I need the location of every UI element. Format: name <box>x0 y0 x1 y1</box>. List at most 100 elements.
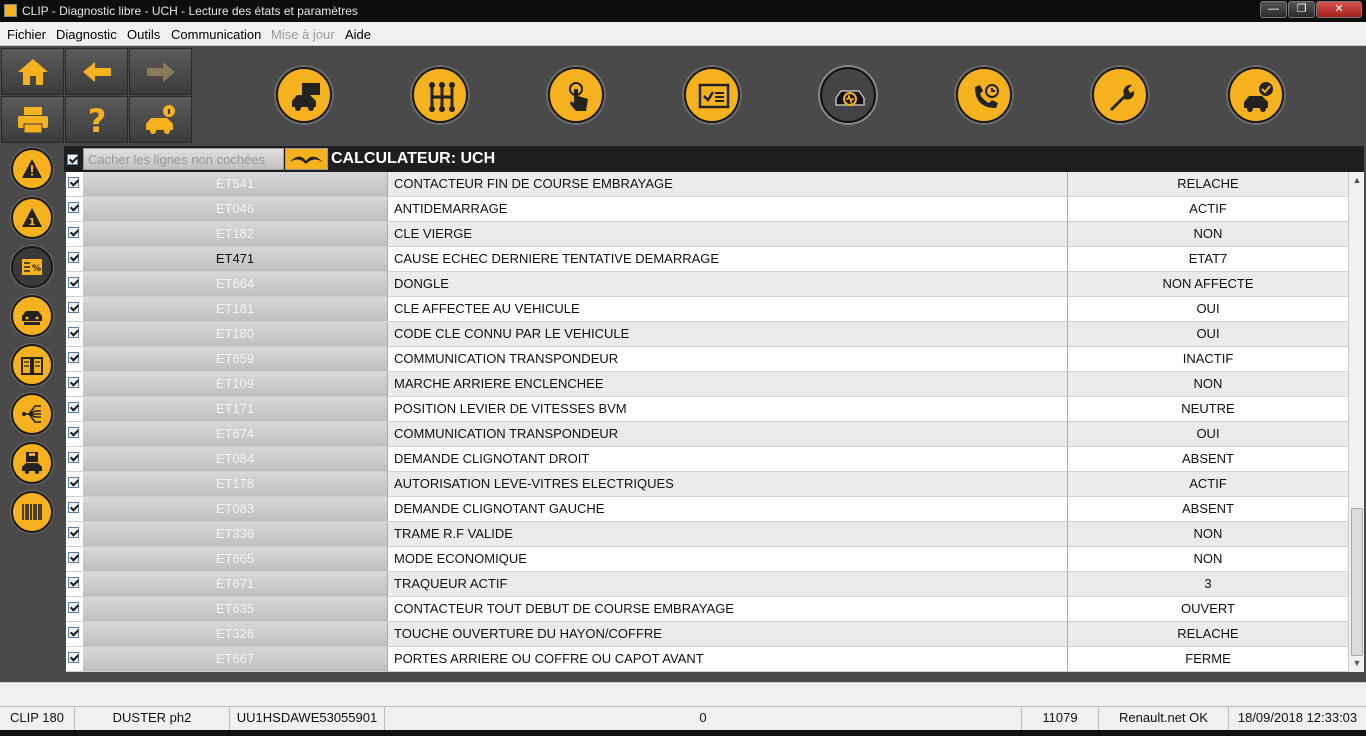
sidebar-fault-warning[interactable] <box>11 148 53 190</box>
scroll-down-arrow-icon[interactable]: ▼ <box>1352 658 1362 668</box>
hide-unchecked-checkbox[interactable] <box>67 154 78 165</box>
status-vin: UU1HSDAWE53055901 <box>230 707 385 731</box>
row-checkbox[interactable] <box>68 377 79 388</box>
row-value: FERME <box>1185 651 1231 666</box>
table-row[interactable]: ET083 DEMANDE CLIGNOTANT GAUCHE ABSENT <box>66 497 1348 522</box>
row-label: POSITION LEVIER DE VITESSES BVM <box>387 397 1068 421</box>
sidebar-fault-info[interactable]: 1 <box>11 197 53 239</box>
vehicle-screen-button[interactable] <box>276 67 332 123</box>
table-row[interactable]: ET665 MODE ECONOMIQUE NON <box>66 547 1348 572</box>
car-scan-button[interactable] <box>820 67 876 123</box>
row-label: PORTES ARRIERE OU COFFRE OU CAPOT AVANT <box>387 647 1068 671</box>
table-row[interactable]: ET084 DEMANDE CLIGNOTANT DROIT ABSENT <box>66 447 1348 472</box>
table-row[interactable]: ET326 TOUCHE OUVERTURE DU HAYON/COFFRE REL… <box>66 622 1348 647</box>
row-code: ET326 <box>83 622 387 646</box>
table-row[interactable]: ET635 CONTACTEUR TOUT DEBUT DE COURSE EMB… <box>66 597 1348 622</box>
sidebar-parameters[interactable]: % <box>11 246 53 288</box>
row-checkbox[interactable] <box>68 202 79 213</box>
sidebar-vehicle-config[interactable] <box>11 295 53 337</box>
home-button[interactable] <box>1 48 64 95</box>
menu-bar: Fichier Diagnostic Outils Communication … <box>0 22 1366 46</box>
table-row[interactable]: ET180 CODE CLE CONNU PAR LE VEHICULE OUI <box>66 322 1348 347</box>
row-code: ET541 <box>83 172 387 196</box>
sidebar-save-vehicle[interactable] <box>11 442 53 484</box>
phone-support-button[interactable] <box>956 67 1012 123</box>
row-checkbox[interactable] <box>68 402 79 413</box>
row-checkbox[interactable] <box>68 302 79 313</box>
row-checkbox[interactable] <box>68 652 79 663</box>
row-label: CONTACTEUR FIN DE COURSE EMBRAYAGE <box>387 172 1068 196</box>
table-row[interactable]: ET659 COMMUNICATION TRANSPONDEUR INACTIF <box>66 347 1348 372</box>
row-checkbox[interactable] <box>68 502 79 513</box>
table-row[interactable]: ET671 TRAQUEUR ACTIF 3 <box>66 572 1348 597</box>
close-button[interactable]: ✕ <box>1316 1 1362 18</box>
sidebar: 1 % <box>0 144 64 682</box>
row-checkbox[interactable] <box>68 352 79 363</box>
save-vehicle-icon <box>22 452 42 474</box>
row-checkbox[interactable] <box>68 327 79 338</box>
row-label: DEMANDE CLIGNOTANT DROIT <box>387 447 1068 471</box>
sidebar-wiring[interactable] <box>11 393 53 435</box>
checklist-button[interactable] <box>684 67 740 123</box>
row-checkbox[interactable] <box>68 427 79 438</box>
back-button[interactable] <box>65 48 128 95</box>
fault-info-icon: 1 <box>22 208 42 228</box>
main-panel: Cacher les lignes non cochées CALCULATEU… <box>64 144 1366 682</box>
table-row[interactable]: ET674 COMMUNICATION TRANSPONDEUR OUI <box>66 422 1348 447</box>
menu-diagnostic[interactable]: Diagnostic <box>56 27 117 42</box>
sidebar-manual[interactable] <box>11 344 53 386</box>
row-checkbox[interactable] <box>68 177 79 188</box>
table-row[interactable]: ET471 CAUSE ECHEC DERNIERE TENTATIVE DEMA… <box>66 247 1348 272</box>
window-title: CLIP - Diagnostic libre - UCH - Lecture … <box>22 4 358 18</box>
minimize-button[interactable]: — <box>1260 1 1287 18</box>
menu-aide[interactable]: Aide <box>345 27 371 42</box>
table-row[interactable]: ET046 ANTIDEMARRAGE ACTIF <box>66 197 1348 222</box>
hide-unchecked-button[interactable]: Cacher les lignes non cochées <box>83 148 284 170</box>
renault-logo-button[interactable] <box>285 148 328 170</box>
maximize-button[interactable]: ❐ <box>1288 1 1315 18</box>
forward-button[interactable] <box>129 48 192 95</box>
sidebar-barcode[interactable] <box>11 491 53 533</box>
vertical-scrollbar[interactable]: ▲ ▼ <box>1348 172 1364 672</box>
row-label: ANTIDEMARRAGE <box>387 197 1068 221</box>
table-row[interactable]: ET182 CLE VIERGE NON <box>66 222 1348 247</box>
wrench-button[interactable] <box>1092 67 1148 123</box>
row-checkbox[interactable] <box>68 527 79 538</box>
vehicle-check-button[interactable] <box>1228 67 1284 123</box>
table-row[interactable]: ET181 CLE AFFECTEE AU VEHICULE OUI <box>66 297 1348 322</box>
row-label: COMMUNICATION TRANSPONDEUR <box>387 347 1068 371</box>
row-checkbox[interactable] <box>68 602 79 613</box>
scroll-up-arrow-icon[interactable]: ▲ <box>1352 175 1362 185</box>
menu-fichier[interactable]: Fichier <box>7 27 46 42</box>
row-label: DONGLE <box>387 272 1068 296</box>
touch-button[interactable] <box>548 67 604 123</box>
table-row[interactable]: ET171 POSITION LEVIER DE VITESSES BVM NEUT… <box>66 397 1348 422</box>
barcode-icon <box>22 504 42 520</box>
gearbox-button[interactable] <box>412 67 468 123</box>
table-row[interactable]: ET664 DONGLE NON AFFECTE <box>66 272 1348 297</box>
status-counter: 11079 <box>1022 707 1099 731</box>
row-checkbox[interactable] <box>68 627 79 638</box>
print-button[interactable] <box>1 96 64 143</box>
table-row[interactable]: ET541 CONTACTEUR FIN DE COURSE EMBRAYAGE R… <box>66 172 1348 197</box>
gearbox-icon <box>429 82 455 112</box>
table-row[interactable]: ET667 PORTES ARRIERE OU COFFRE OU CAPOT A… <box>66 647 1348 672</box>
vehicle-info-button[interactable] <box>129 96 192 143</box>
row-checkbox[interactable] <box>68 552 79 563</box>
table-row[interactable]: ET178 AUTORISATION LEVE-VITRES ELECTRIQUE… <box>66 472 1348 497</box>
row-value: ETAT7 <box>1188 251 1228 266</box>
table-row[interactable]: ET109 MARCHE ARRIERE ENCLENCHEE NON <box>66 372 1348 397</box>
menu-outils[interactable]: Outils <box>127 27 160 42</box>
row-checkbox[interactable] <box>68 477 79 488</box>
menu-communication[interactable]: Communication <box>171 27 261 42</box>
row-code: ET665 <box>83 547 387 571</box>
table-row[interactable]: ET336 TRAME R.F VALIDE NON <box>66 522 1348 547</box>
row-checkbox[interactable] <box>68 277 79 288</box>
row-checkbox[interactable] <box>68 252 79 263</box>
help-button[interactable]: ? <box>65 96 128 143</box>
row-checkbox[interactable] <box>68 577 79 588</box>
row-code: ET181 <box>83 297 387 321</box>
row-checkbox[interactable] <box>68 452 79 463</box>
row-checkbox[interactable] <box>68 227 79 238</box>
scrollbar-thumb[interactable] <box>1351 508 1363 656</box>
